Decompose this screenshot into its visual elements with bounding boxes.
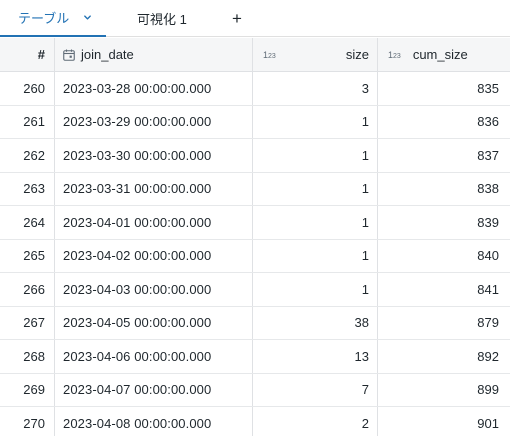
tab-bar: テーブル 可視化 1 + [0, 0, 510, 37]
cum-size-cell[interactable]: 841 [377, 273, 510, 306]
size-cell[interactable]: 7 [252, 373, 377, 406]
row-index-cell[interactable]: 260 [0, 72, 54, 105]
size-cell[interactable]: 13 [252, 340, 377, 373]
table-row[interactable]: 268 2023-04-06 00:00:00.000 13 892 [0, 340, 510, 374]
table-body: 260 2023-03-28 00:00:00.000 3 835 261 2023-03… [0, 72, 510, 436]
tab-table-label: テーブル [18, 11, 70, 26]
cum-size-cell[interactable]: 840 [377, 239, 510, 272]
row-index-cell[interactable]: 262 [0, 139, 54, 172]
cum-size-cell[interactable]: 838 [377, 172, 510, 205]
row-index-cell[interactable]: 265 [0, 240, 54, 273]
join-date-cell[interactable]: 2023-04-08 00:00:00.000 [54, 407, 252, 436]
row-index-cell[interactable]: 264 [0, 206, 54, 239]
size-cell[interactable]: 1 [252, 239, 377, 272]
integer-type-icon: 123 [388, 49, 401, 60]
row-index-cell[interactable]: 261 [0, 106, 54, 139]
column-header-cum-size[interactable]: 123 cum_size [377, 38, 510, 71]
row-index-cell[interactable]: 270 [0, 407, 54, 436]
size-cell[interactable]: 1 [252, 105, 377, 138]
cum-size-cell[interactable]: 836 [377, 105, 510, 138]
size-cell[interactable]: 3 [252, 72, 377, 105]
chevron-down-icon[interactable] [83, 13, 92, 22]
table-row[interactable]: 267 2023-04-05 00:00:00.000 38 879 [0, 306, 510, 340]
cum-size-cell[interactable]: 901 [377, 407, 510, 436]
tab-table[interactable]: テーブル [0, 0, 106, 37]
join-date-cell[interactable]: 2023-03-28 00:00:00.000 [54, 72, 252, 105]
table-header: # join_date 123 size 123 cum_size [0, 38, 510, 72]
column-header-index[interactable]: # [0, 38, 54, 71]
cum-size-cell[interactable]: 837 [377, 139, 510, 172]
table-row[interactable]: 266 2023-04-03 00:00:00.000 1 841 [0, 273, 510, 307]
tab-visualization-label: 可視化 1 [137, 12, 187, 27]
row-index-cell[interactable]: 263 [0, 173, 54, 206]
tab-visualization[interactable]: 可視化 1 [137, 0, 187, 37]
table-row[interactable]: 261 2023-03-29 00:00:00.000 1 836 [0, 105, 510, 139]
row-index-cell[interactable]: 267 [0, 307, 54, 340]
table-row[interactable]: 270 2023-04-08 00:00:00.000 2 901 [0, 407, 510, 436]
size-cell[interactable]: 38 [252, 306, 377, 339]
join-date-cell[interactable]: 2023-04-01 00:00:00.000 [54, 206, 252, 239]
plus-icon: + [232, 8, 242, 28]
join-date-cell[interactable]: 2023-03-31 00:00:00.000 [54, 172, 252, 205]
size-cell[interactable]: 1 [252, 172, 377, 205]
add-tab-button[interactable]: + [232, 0, 242, 37]
cum-size-cell[interactable]: 835 [377, 72, 510, 105]
join-date-cell[interactable]: 2023-04-02 00:00:00.000 [54, 239, 252, 272]
row-index-cell[interactable]: 266 [0, 273, 54, 306]
column-header-join-date[interactable]: join_date [54, 38, 252, 71]
size-cell[interactable]: 2 [252, 407, 377, 436]
row-index-cell[interactable]: 268 [0, 340, 54, 373]
join-date-cell[interactable]: 2023-03-29 00:00:00.000 [54, 105, 252, 138]
cum-size-cell[interactable]: 839 [377, 206, 510, 239]
size-cell[interactable]: 1 [252, 273, 377, 306]
join-date-cell[interactable]: 2023-04-07 00:00:00.000 [54, 373, 252, 406]
calendar-icon [63, 49, 75, 61]
table-row[interactable]: 264 2023-04-01 00:00:00.000 1 839 [0, 206, 510, 240]
join-date-cell[interactable]: 2023-03-30 00:00:00.000 [54, 139, 252, 172]
join-date-cell[interactable]: 2023-04-05 00:00:00.000 [54, 306, 252, 339]
size-cell[interactable]: 1 [252, 206, 377, 239]
integer-type-icon: 123 [263, 49, 276, 60]
size-cell[interactable]: 1 [252, 139, 377, 172]
table-row[interactable]: 262 2023-03-30 00:00:00.000 1 837 [0, 139, 510, 173]
join-date-cell[interactable]: 2023-04-06 00:00:00.000 [54, 340, 252, 373]
column-header-size[interactable]: 123 size [252, 38, 377, 71]
join-date-cell[interactable]: 2023-04-03 00:00:00.000 [54, 273, 252, 306]
table-row[interactable]: 269 2023-04-07 00:00:00.000 7 899 [0, 373, 510, 407]
cum-size-cell[interactable]: 899 [377, 373, 510, 406]
table-row[interactable]: 260 2023-03-28 00:00:00.000 3 835 [0, 72, 510, 106]
table-row[interactable]: 263 2023-03-31 00:00:00.000 1 838 [0, 172, 510, 206]
cum-size-cell[interactable]: 892 [377, 340, 510, 373]
row-index-cell[interactable]: 269 [0, 374, 54, 407]
cum-size-cell[interactable]: 879 [377, 306, 510, 339]
table-row[interactable]: 265 2023-04-02 00:00:00.000 1 840 [0, 239, 510, 273]
